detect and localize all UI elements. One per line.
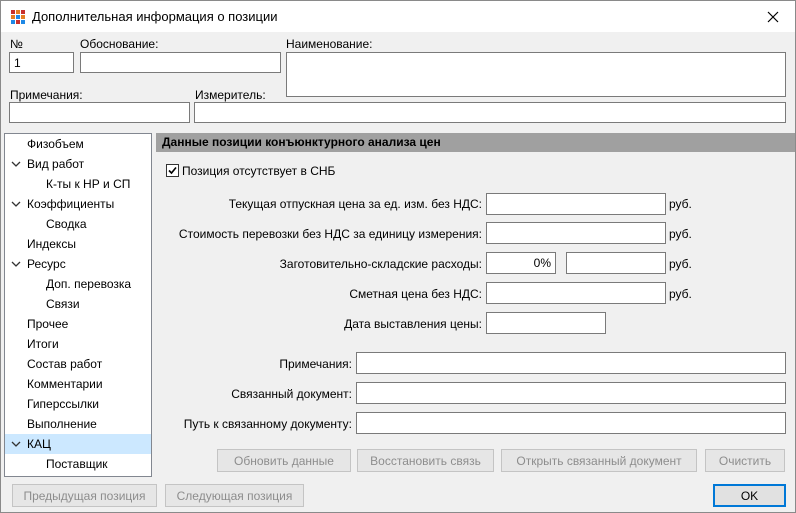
- basis-field[interactable]: [80, 52, 281, 73]
- unit-field[interactable]: [194, 102, 786, 123]
- notes-label: Примечания:: [10, 88, 83, 102]
- unit-label: Измеритель:: [195, 88, 266, 102]
- price-date-label: Дата выставления цены:: [344, 317, 482, 331]
- tree-item-extra-transport[interactable]: Доп. перевозка: [5, 274, 151, 294]
- transport-field[interactable]: [486, 222, 666, 244]
- number-field[interactable]: [9, 52, 74, 73]
- tree-item-label: К-ты к НР и СП: [46, 177, 131, 191]
- dialog-window: Дополнительная информация о позиции № Об…: [0, 0, 796, 513]
- kac-notes-field[interactable]: [356, 352, 786, 374]
- tree-item-label: Гиперссылки: [27, 397, 99, 411]
- linked-document-field[interactable]: [356, 382, 786, 404]
- tree-item-label: Состав работ: [27, 357, 103, 371]
- basis-label: Обоснование:: [80, 37, 159, 51]
- transport-unit: руб.: [669, 227, 692, 241]
- tree-item-supplier[interactable]: Поставщик: [5, 454, 151, 474]
- transport-label: Стоимость перевозки без НДС за единицу и…: [178, 227, 482, 241]
- window-title: Дополнительная информация о позиции: [32, 9, 278, 24]
- tree-item-summary[interactable]: Сводка: [5, 214, 151, 234]
- estimate-price-label: Сметная цена без НДС:: [349, 287, 482, 301]
- tree-item-work-type[interactable]: Вид работ: [5, 154, 151, 174]
- tree-item-label: Физобъем: [27, 137, 84, 151]
- tree-item-label: Комментарии: [27, 377, 103, 391]
- chevron-down-icon[interactable]: [9, 154, 23, 174]
- checkmark-icon: [168, 166, 177, 175]
- tree-item-label: Выполнение: [27, 417, 97, 431]
- tree-item-label: Индексы: [27, 237, 76, 251]
- tree-item-label: Связи: [46, 297, 80, 311]
- storage-costs-label: Заготовительно-складские расходы:: [279, 257, 482, 271]
- price-date-field[interactable]: [486, 312, 606, 334]
- tree-item-physical-volume[interactable]: Физобъем: [5, 134, 151, 154]
- close-icon: [767, 11, 779, 22]
- tree-item-label: Ресурс: [27, 257, 66, 271]
- tree-item-label: Вид работ: [27, 157, 85, 171]
- current-price-field[interactable]: [486, 193, 666, 215]
- kac-notes-label: Примечания:: [279, 357, 352, 371]
- chevron-down-icon[interactable]: [9, 434, 23, 454]
- tree-item-label: Сводка: [46, 217, 87, 231]
- notes-field[interactable]: [9, 102, 190, 123]
- tree-item-totals[interactable]: Итоги: [5, 334, 151, 354]
- storage-unit: руб.: [669, 257, 692, 271]
- estimate-price-field[interactable]: [486, 282, 666, 304]
- tree-item-label: Прочее: [27, 317, 69, 331]
- tree-item-label: Коэффициенты: [27, 197, 115, 211]
- tree-item-label: Итоги: [27, 337, 59, 351]
- linked-document-label: Связанный документ:: [231, 387, 352, 401]
- tree-item-nr-sp-coefficients[interactable]: К-ты к НР и СП: [5, 174, 151, 194]
- current-price-unit: руб.: [669, 197, 692, 211]
- tree-item-resource[interactable]: Ресурс: [5, 254, 151, 274]
- chevron-down-icon[interactable]: [9, 254, 23, 274]
- tree-item-kac[interactable]: КАЦ: [5, 434, 151, 454]
- ok-button[interactable]: OK: [713, 484, 786, 507]
- name-label: Наименование:: [286, 37, 373, 51]
- missing-in-snb-label: Позиция отсутствует в СНБ: [182, 164, 336, 178]
- tree-item-other[interactable]: Прочее: [5, 314, 151, 334]
- name-field[interactable]: [286, 52, 786, 97]
- storage-value-field[interactable]: [566, 252, 666, 274]
- estimate-price-unit: руб.: [669, 287, 692, 301]
- missing-in-snb-checkbox[interactable]: [166, 164, 179, 177]
- tree-item-coefficients[interactable]: Коэффициенты: [5, 194, 151, 214]
- chevron-down-icon[interactable]: [9, 194, 23, 214]
- tree-item-execution[interactable]: Выполнение: [5, 414, 151, 434]
- app-grid-icon: [10, 9, 26, 25]
- clear-button[interactable]: Очистить: [705, 449, 785, 472]
- previous-position-button[interactable]: Предыдущая позиция: [12, 484, 157, 507]
- section-tree: Физобъем Вид работ К-ты к НР и СП Коэффи…: [4, 133, 152, 477]
- close-button[interactable]: [751, 1, 795, 32]
- tree-item-label: Поставщик: [46, 457, 108, 471]
- tree-item-work-composition[interactable]: Состав работ: [5, 354, 151, 374]
- number-label: №: [10, 37, 23, 51]
- tree-item-label: Доп. перевозка: [46, 277, 132, 291]
- update-data-button[interactable]: Обновить данные: [217, 449, 351, 472]
- tree-item-indexes[interactable]: Индексы: [5, 234, 151, 254]
- tree-item-hyperlinks[interactable]: Гиперссылки: [5, 394, 151, 414]
- tree-item-links[interactable]: Связи: [5, 294, 151, 314]
- tree-item-label: КАЦ: [27, 437, 51, 451]
- linked-document-path-field[interactable]: [356, 412, 786, 434]
- next-position-button[interactable]: Следующая позиция: [165, 484, 304, 507]
- tree-item-comments[interactable]: Комментарии: [5, 374, 151, 394]
- current-price-label: Текущая отпускная цена за ед. изм. без Н…: [228, 197, 482, 211]
- storage-percent-field[interactable]: [486, 252, 556, 274]
- title-bar: Дополнительная информация о позиции: [1, 1, 795, 32]
- linked-document-path-label: Путь к связанному документу:: [183, 417, 352, 431]
- restore-link-button[interactable]: Восстановить связь: [357, 449, 494, 472]
- section-header: Данные позиции конъюнктурного анализа це…: [156, 133, 795, 152]
- open-linked-document-button[interactable]: Открыть связанный документ: [501, 449, 697, 472]
